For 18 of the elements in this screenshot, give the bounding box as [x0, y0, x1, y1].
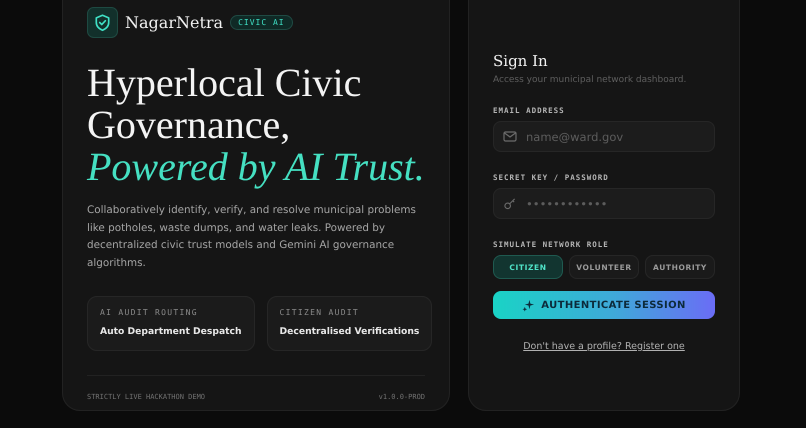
- signin-title: Sign In: [493, 52, 549, 70]
- email-field[interactable]: name@ward.gov: [493, 121, 715, 152]
- feature-label: CITIZEN AUDIT: [280, 308, 360, 317]
- feature-label: AI AUDIT ROUTING: [100, 308, 199, 317]
- hero-description: Collaboratively identify, verify, and resolve municipal problems like potholes, waste dumps, and water leaks. Powered by decentralized civic trust models and Gemini AI governance algorithms.: [87, 203, 417, 270]
- hero-title: Governance,: [87, 104, 292, 146]
- shield-icon: [87, 7, 118, 38]
- brand-badge: CIVIC AI: [230, 15, 293, 30]
- brand-name: NagarNetra: [125, 13, 224, 32]
- hero-accent-title: Powered by AI Trust.: [87, 146, 425, 188]
- feature-title: Auto Department Despatch: [100, 326, 242, 337]
- signin-subtitle: Access your municipal network dashboard.: [493, 75, 688, 85]
- hero-title: Hyperlocal Civic: [87, 62, 362, 104]
- authenticate-button[interactable]: AUTHENTICATE SESSION: [493, 291, 715, 319]
- feature-title: Decentralised Verifications: [280, 326, 420, 337]
- register-link[interactable]: Don't have a profile? Register one: [523, 341, 685, 352]
- password-field[interactable]: ••••••••••••: [493, 188, 715, 219]
- sparkle-icon: [522, 298, 536, 312]
